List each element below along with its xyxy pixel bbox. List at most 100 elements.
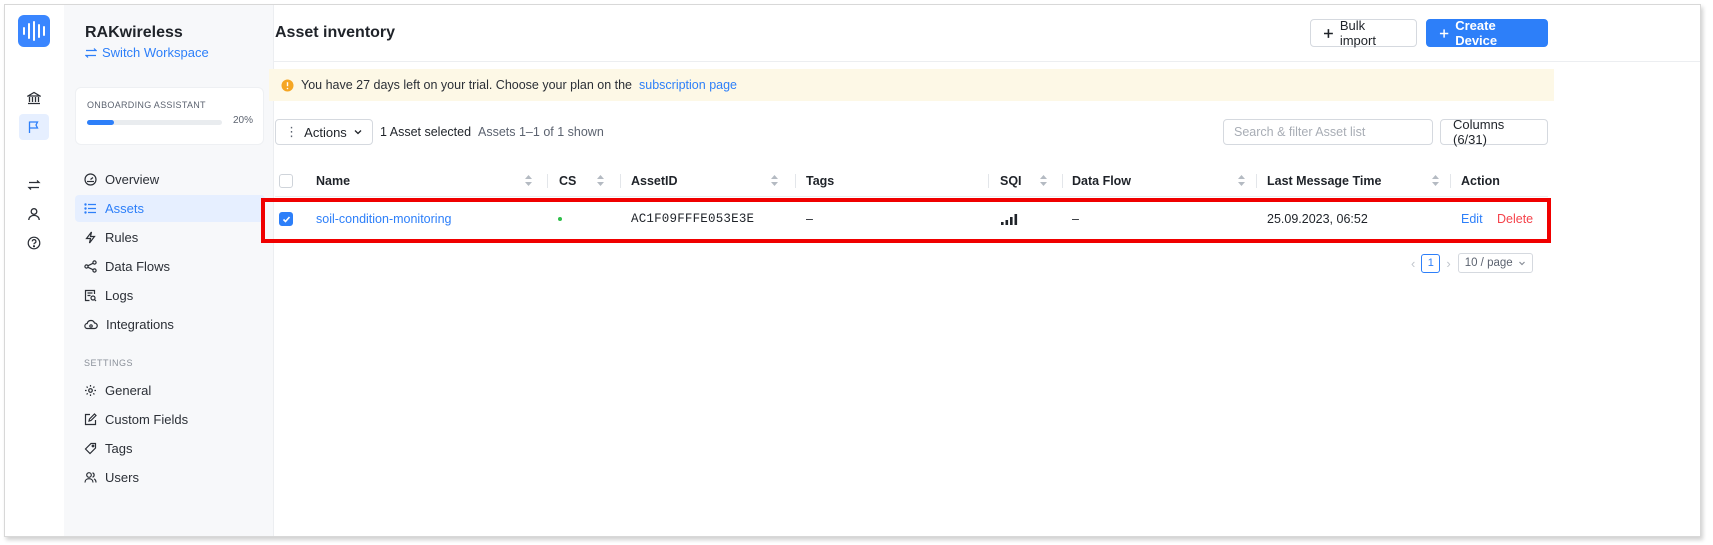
asset-id: AC1F09FFFE053E3E	[631, 212, 755, 226]
plus-icon	[1439, 28, 1449, 38]
sort-icon	[771, 175, 778, 186]
row-checkbox[interactable]	[279, 212, 293, 226]
actions-label: Actions	[304, 124, 347, 140]
results-range: Assets 1–1 of 1 shown	[478, 125, 604, 139]
last-message-time: 25.09.2023, 06:52	[1267, 212, 1368, 226]
users-icon	[84, 472, 97, 483]
chevron-right-icon[interactable]: ›	[1446, 256, 1450, 271]
onboarding-assistant[interactable]: ONBOARDING ASSISTANT 20%	[75, 87, 264, 145]
column-separator	[620, 174, 621, 188]
page-title: Asset inventory	[275, 24, 396, 41]
actions-dropdown[interactable]: ⋮ Actions	[275, 119, 373, 145]
list-icon	[84, 203, 96, 214]
dashboard-icon	[84, 173, 97, 186]
column-header-label: Data Flow	[1072, 174, 1132, 188]
switch-workspace-label: Switch Workspace	[102, 45, 209, 60]
selection-count: 1 Asset selected	[380, 125, 472, 139]
sidebar-item-general[interactable]: General	[75, 377, 265, 404]
sidebar-item-users[interactable]: Users	[75, 464, 265, 491]
sort-icon	[1040, 175, 1047, 186]
sidebar-item-label: General	[105, 383, 152, 398]
logo-icon[interactable]	[18, 15, 50, 47]
sidebar-item-label: Data Flows	[105, 259, 171, 274]
column-header-label: CS	[559, 174, 577, 188]
edit-icon	[84, 413, 97, 426]
column-separator	[795, 174, 796, 188]
sidebar-item-integrations[interactable]: Integrations	[75, 311, 265, 338]
check-icon	[282, 215, 290, 223]
chevron-left-icon[interactable]: ‹	[1411, 256, 1415, 271]
sidebar-item-data-flows[interactable]: Data Flows	[75, 253, 265, 280]
trial-banner: You have 27 days left on your trial. Cho…	[269, 69, 1554, 101]
column-header-sqi[interactable]: SQI	[1000, 165, 1057, 197]
column-header-name[interactable]: Name	[316, 165, 542, 197]
main-content: Asset inventory Bulk import Create Devic…	[261, 5, 1700, 536]
column-header-last-message-time[interactable]: Last Message Time	[1267, 165, 1449, 197]
sqi-cell	[1001, 198, 1018, 240]
columns-button[interactable]: Columns (6/31)	[1440, 117, 1548, 147]
search-input[interactable]	[1223, 119, 1433, 145]
sidebar-item-label: Users	[105, 470, 139, 485]
create-device-button[interactable]: Create Device	[1426, 18, 1548, 48]
sidebar-item-overview[interactable]: Overview	[75, 166, 265, 193]
sidebar-item-logs[interactable]: Logs	[75, 282, 265, 309]
more-vertical-icon: ⋮	[285, 124, 299, 139]
plus-icon	[1323, 28, 1333, 38]
flag-icon[interactable]	[19, 114, 49, 140]
column-separator	[547, 174, 548, 188]
sort-icon	[1432, 175, 1439, 186]
edit-link[interactable]: Edit	[1461, 198, 1483, 240]
column-header-label: Name	[316, 174, 351, 188]
select-all-checkbox[interactable]	[279, 174, 293, 188]
header-divider	[274, 61, 1700, 62]
sidebar: RAKwireless Switch Workspace ONBOARDING …	[64, 5, 274, 536]
bulk-import-button[interactable]: Bulk import	[1310, 18, 1417, 48]
asset-name-link[interactable]: soil-condition-monitoring	[316, 198, 451, 240]
icon-rail	[5, 5, 64, 536]
sidebar-item-assets[interactable]: Assets	[75, 195, 265, 222]
user-icon[interactable]	[19, 201, 49, 227]
column-separator	[988, 174, 989, 188]
cs-status-cell	[558, 198, 562, 240]
file-search-icon	[84, 289, 97, 302]
column-header-label: AssetID	[631, 174, 678, 188]
sort-icon	[1238, 175, 1245, 186]
sidebar-item-tags[interactable]: Tags	[75, 435, 265, 462]
column-header-label: Last Message Time	[1267, 174, 1382, 188]
column-header-label: Tags	[806, 174, 835, 188]
column-header-cs[interactable]: CS	[559, 165, 614, 197]
swap-icon	[85, 47, 97, 58]
column-header-assetid[interactable]: AssetID	[631, 165, 788, 197]
column-header-label: SQI	[1000, 174, 1022, 188]
column-header-data-flow[interactable]: Data Flow	[1072, 165, 1255, 197]
signal-strength-icon	[1001, 213, 1018, 225]
sort-icon	[597, 175, 604, 186]
sidebar-item-custom-fields[interactable]: Custom Fields	[75, 406, 265, 433]
subscription-page-link[interactable]: subscription page	[639, 78, 737, 92]
page-size-label: 10 / page	[1464, 257, 1513, 269]
delete-link[interactable]: Delete	[1497, 198, 1533, 240]
settings-section-label: SETTINGS	[84, 358, 134, 368]
sidebar-item-rules[interactable]: Rules	[75, 224, 265, 251]
bolt-icon	[85, 231, 96, 244]
app-window: RAKwireless Switch Workspace ONBOARDING …	[4, 4, 1701, 537]
gear-icon	[85, 385, 96, 396]
columns-label: Columns (6/31)	[1453, 117, 1505, 147]
page-size-select[interactable]: 10 / page	[1457, 253, 1533, 273]
swap-icon[interactable]	[19, 172, 49, 198]
warning-icon	[281, 79, 294, 91]
column-separator	[1256, 174, 1257, 188]
chevron-down-icon	[1518, 261, 1525, 266]
bank-icon[interactable]	[19, 85, 49, 111]
sidebar-item-label: Overview	[105, 172, 160, 187]
onboarding-percent: 20%	[232, 115, 253, 126]
help-icon[interactable]	[19, 230, 49, 256]
page-number-current[interactable]: 1	[1421, 253, 1441, 273]
table-row[interactable]: soil-condition-monitoring AC1F09FFFE053E…	[275, 198, 1548, 240]
switch-workspace-link[interactable]: Switch Workspace	[85, 45, 209, 60]
column-separator	[1450, 174, 1451, 188]
share-icon	[84, 260, 97, 273]
row-select-cell	[279, 198, 293, 240]
sort-icon	[525, 175, 532, 186]
sidebar-item-label: Logs	[105, 288, 134, 303]
